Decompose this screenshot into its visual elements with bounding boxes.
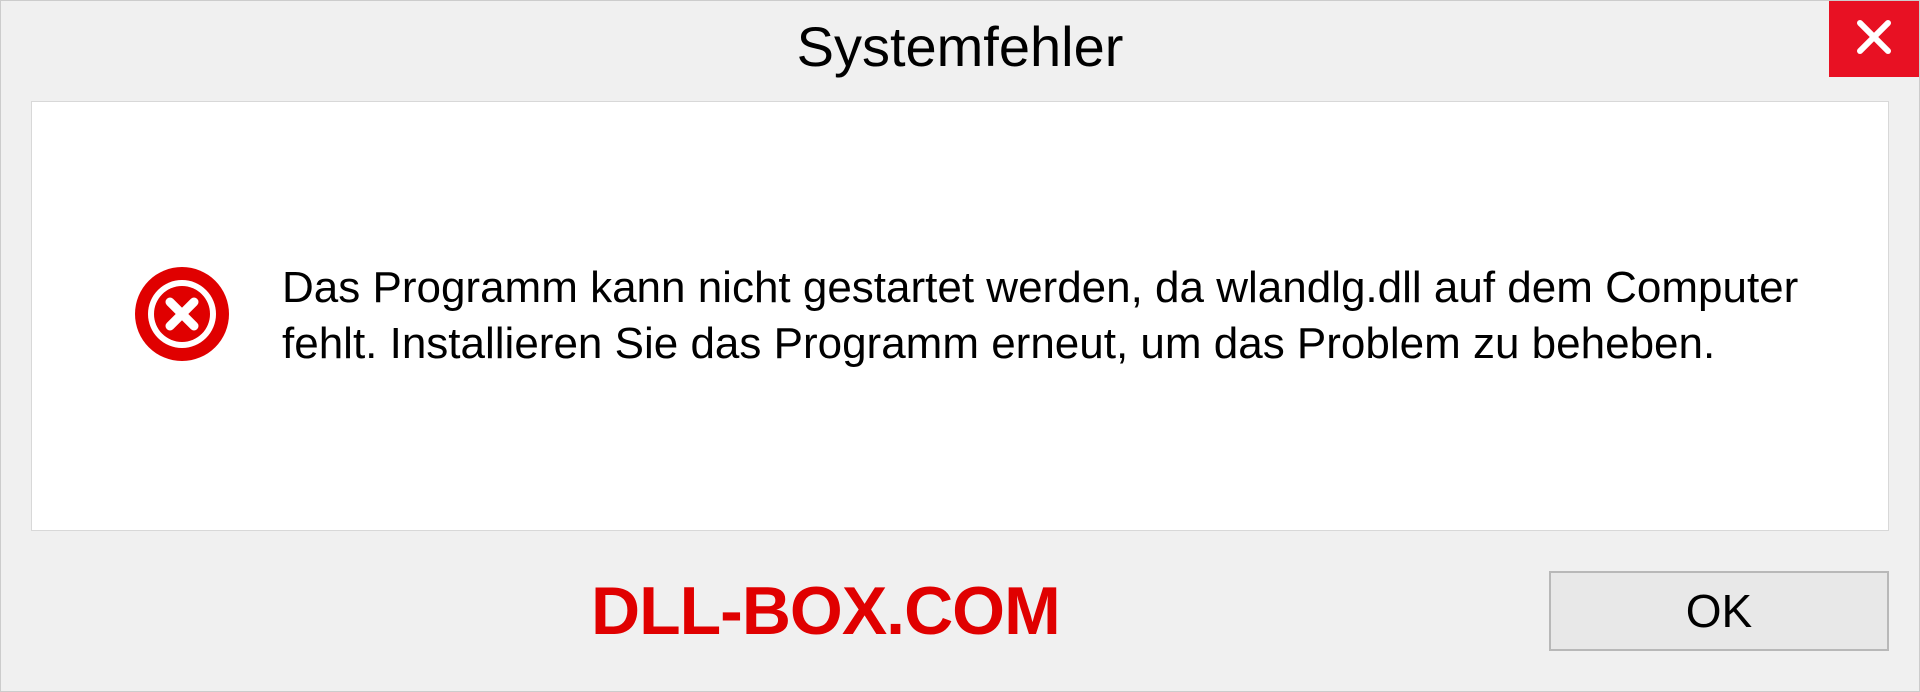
close-button[interactable] <box>1829 1 1919 77</box>
error-message: Das Programm kann nicht gestartet werden… <box>282 260 1828 373</box>
watermark-text: DLL-BOX.COM <box>591 572 1060 650</box>
titlebar: Systemfehler <box>1 1 1919 91</box>
dialog-footer: DLL-BOX.COM OK <box>1 531 1919 691</box>
ok-button[interactable]: OK <box>1549 571 1889 651</box>
content-panel: Das Programm kann nicht gestartet werden… <box>31 101 1889 531</box>
close-icon <box>1854 17 1894 62</box>
error-dialog: Systemfehler Das Programm kann nicht ges… <box>0 0 1920 692</box>
error-icon <box>132 264 232 369</box>
dialog-title: Systemfehler <box>797 14 1124 79</box>
